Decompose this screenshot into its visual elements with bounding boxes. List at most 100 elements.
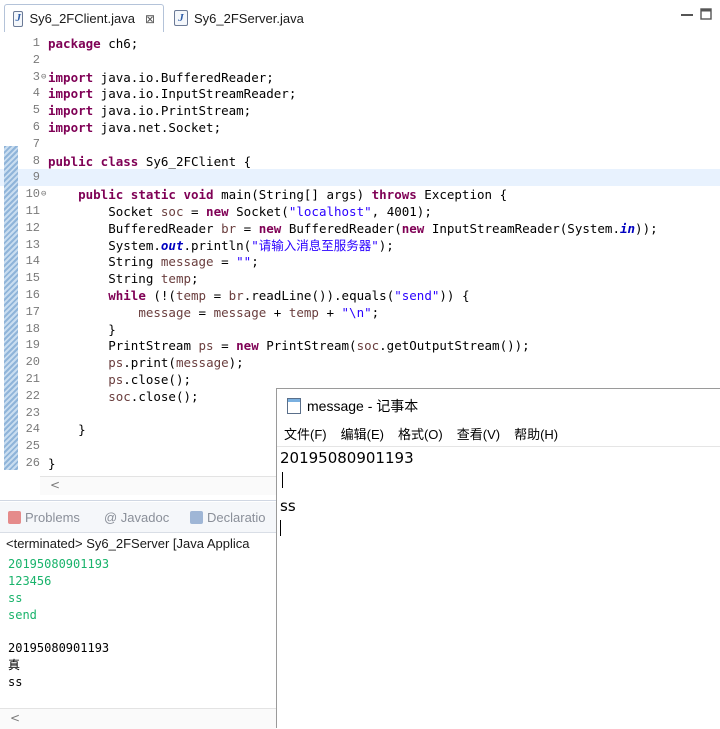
scroll-left-arrow-icon[interactable]: <: [10, 711, 20, 725]
code-text: import java.io.InputStreamReader;: [48, 86, 297, 102]
code-line[interactable]: 6 import java.net.Socket;: [0, 119, 720, 136]
line-number: 2: [32, 52, 40, 67]
menu-view[interactable]: 查看(V): [457, 424, 500, 444]
console-input-line: ss: [8, 591, 23, 605]
tab-label: Declaratio: [207, 510, 266, 525]
code-text: import java.io.BufferedReader;: [48, 69, 274, 85]
fold-toggle-icon[interactable]: ⊖: [41, 69, 46, 86]
line-number: 10: [25, 187, 40, 202]
text-cursor: [282, 472, 283, 488]
code-text: package ch6;: [48, 36, 139, 51]
code-line[interactable]: 21 ps.close();: [0, 371, 720, 388]
view-tab-bar: Problems @ Javadoc Declaratio: [0, 502, 276, 533]
line-number: 8: [32, 153, 40, 168]
line-number: 23: [25, 405, 40, 420]
editor-tab-bar: J Sy6_2FClient.java ⊠ J Sy6_2FServer.jav…: [0, 0, 720, 35]
console-output-line: 真: [8, 658, 21, 672]
code-line[interactable]: 19 PrintStream ps = new PrintStream(soc.…: [0, 337, 720, 354]
line-number: 5: [32, 103, 40, 118]
close-tab-icon[interactable]: ⊠: [145, 12, 155, 26]
code-text: String temp;: [48, 271, 199, 287]
tab-declaration[interactable]: Declaratio: [190, 510, 266, 525]
code-line[interactable]: 9: [0, 169, 720, 187]
line-number: 9: [32, 170, 40, 185]
code-line[interactable]: 5 import java.io.PrintStream;: [0, 102, 720, 119]
menu-help[interactable]: 帮助(H): [514, 424, 558, 444]
line-number: 19: [25, 338, 40, 353]
notepad-title-bar: message - 记事本: [287, 396, 418, 416]
code-line[interactable]: 2: [0, 52, 720, 69]
code-line[interactable]: 7: [0, 136, 720, 153]
line-number: 24: [25, 422, 40, 437]
fold-toggle-icon[interactable]: ⊖: [41, 186, 46, 203]
tab-problems[interactable]: Problems: [8, 510, 80, 525]
change-ruler: [4, 146, 18, 470]
code-line[interactable]: 16 while (!(temp = br.readLine()).equals…: [0, 287, 720, 304]
window-title: message - 记事本: [307, 398, 419, 414]
code-text: public static void main(String[] args) t…: [78, 187, 508, 203]
code-text: System.out.println("请输入消息至服务器");: [48, 237, 394, 253]
code-line[interactable]: 4 import java.io.InputStreamReader;: [0, 85, 720, 102]
code-line[interactable]: 10 ⊖ public static void main(String[] arg…: [0, 186, 720, 203]
code-line[interactable]: 3 ⊖ import java.io.BufferedReader;: [0, 69, 720, 86]
menu-edit[interactable]: 编辑(E): [341, 424, 384, 444]
scroll-left-arrow-icon[interactable]: <: [50, 478, 60, 492]
code-line[interactable]: 15 String temp;: [0, 270, 720, 287]
notepad-icon: [287, 398, 301, 414]
console-horizontal-scrollbar[interactable]: [0, 708, 276, 729]
console-output-line: ss: [8, 675, 23, 689]
console-output-line: 20195080901193: [8, 641, 110, 655]
tab-server-java[interactable]: J Sy6_2FServer.java: [166, 4, 316, 32]
line-number: 3: [32, 69, 40, 84]
line-number: 25: [25, 439, 40, 454]
line-number: 1: [32, 36, 40, 50]
code-text: public class Sy6_2FClient {: [48, 153, 252, 169]
editor-horizontal-scrollbar[interactable]: [40, 476, 276, 495]
code-line[interactable]: 18 }: [0, 321, 720, 338]
notepad-line: 20195080901193: [280, 449, 414, 467]
code-line[interactable]: 11 Socket soc = new Socket("localhost", …: [0, 203, 720, 220]
declaration-icon: [190, 511, 203, 524]
tab-label: Problems: [25, 510, 80, 525]
line-number: 14: [25, 254, 40, 269]
code-text: }: [48, 422, 86, 438]
code-line[interactable]: 14 String message = "";: [0, 253, 720, 270]
tab-javadoc[interactable]: @ Javadoc: [104, 510, 169, 525]
code-text: import java.io.PrintStream;: [48, 103, 252, 119]
code-text: BufferedReader br = new BufferedReader(n…: [48, 220, 658, 236]
console-input-line: 123456: [8, 574, 52, 588]
line-number: 26: [25, 456, 40, 470]
tab-label: @ Javadoc: [104, 510, 170, 525]
notepad-line: ss: [280, 497, 296, 515]
code-line[interactable]: 8 public class Sy6_2FClient {: [0, 153, 720, 170]
line-number: 7: [32, 136, 40, 151]
console-input-line: 20195080901193: [8, 557, 110, 571]
code-line[interactable]: 17 message = message + temp + "\n";: [0, 304, 720, 321]
code-text: message = message + temp + "\n";: [138, 304, 380, 320]
java-file-icon: J: [174, 10, 188, 26]
console-input-line: send: [8, 608, 37, 622]
line-number: 11: [25, 204, 40, 218]
tab-client-java[interactable]: J Sy6_2FClient.java ⊠: [4, 4, 164, 32]
java-file-icon: J: [13, 10, 24, 27]
tab-label: Sy6_2FClient.java: [29, 11, 135, 26]
menu-file[interactable]: 文件(F): [284, 424, 327, 444]
console-view: [0, 500, 276, 729]
line-number: 22: [25, 388, 40, 403]
line-number: 6: [32, 120, 40, 134]
menu-format[interactable]: 格式(O): [398, 424, 443, 444]
code-text: PrintStream ps = new PrintStream(soc.get…: [48, 338, 530, 354]
code-text: ps.print(message);: [108, 355, 244, 371]
code-line[interactable]: 13 System.out.println("请输入消息至服务器");: [0, 237, 720, 254]
code-text: Socket soc = new Socket("localhost", 400…: [48, 204, 432, 219]
code-line[interactable]: 12 BufferedReader br = new BufferedReade…: [0, 220, 720, 237]
code-line[interactable]: 20 ps.print(message);: [0, 354, 720, 371]
code-line[interactable]: 1 package ch6;: [0, 35, 720, 52]
minimize-icon[interactable]: [680, 10, 694, 20]
line-number: 17: [25, 304, 40, 319]
maximize-icon[interactable]: [700, 8, 712, 20]
line-number: 12: [25, 220, 40, 235]
code-text: import java.net.Socket;: [48, 120, 222, 135]
text-cursor: [280, 520, 281, 536]
code-text: ps.close();: [108, 372, 192, 387]
